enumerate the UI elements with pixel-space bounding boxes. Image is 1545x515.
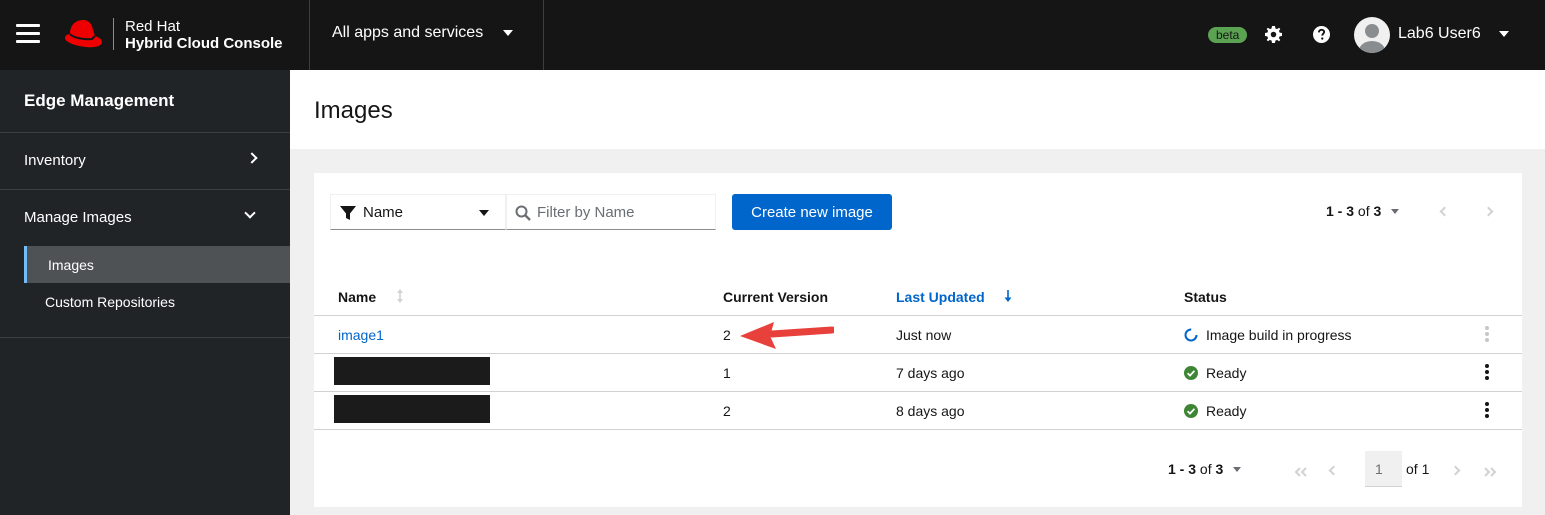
page-header: Images bbox=[290, 70, 1545, 149]
chevron-down-icon bbox=[244, 207, 256, 219]
spinner-icon bbox=[1184, 328, 1198, 342]
caret-down-icon bbox=[1498, 31, 1509, 37]
beta-badge: beta bbox=[1208, 27, 1248, 43]
status-cell: Ready bbox=[1184, 403, 1246, 419]
pagination-of: of bbox=[1199, 461, 1212, 477]
row-divider bbox=[314, 353, 1522, 354]
check-circle-icon bbox=[1184, 366, 1198, 380]
column-header-last-updated[interactable]: Last Updated bbox=[896, 289, 985, 305]
column-header-status[interactable]: Status bbox=[1184, 289, 1227, 305]
filter-attribute-label: Name bbox=[363, 204, 404, 221]
row-divider bbox=[314, 391, 1522, 392]
caret-down-icon bbox=[1233, 466, 1242, 472]
pagination-range: 1 - 3 bbox=[1326, 203, 1355, 219]
next-page-icon[interactable] bbox=[1450, 465, 1461, 476]
search-icon bbox=[515, 205, 531, 221]
avatar[interactable] bbox=[1354, 17, 1390, 53]
hamburger-icon[interactable] bbox=[16, 24, 40, 44]
status-text: Ready bbox=[1206, 403, 1247, 419]
masthead-separator bbox=[309, 0, 310, 70]
brand-line-2: Hybrid Cloud Console bbox=[125, 35, 283, 52]
sidebar-item-label: Inventory bbox=[24, 152, 86, 169]
masthead-separator bbox=[543, 0, 544, 70]
first-page-icon[interactable] bbox=[1294, 467, 1308, 477]
sidebar-subitem-images[interactable]: Images bbox=[24, 246, 290, 283]
caret-down-icon bbox=[1391, 208, 1400, 214]
sidebar-subitem-label: Images bbox=[48, 257, 94, 273]
page-title: Images bbox=[314, 97, 393, 124]
filter-icon bbox=[340, 206, 356, 220]
sidebar-subitem-label: Custom Repositories bbox=[45, 294, 175, 310]
pagination-total: 3 bbox=[1215, 461, 1224, 477]
last-updated-cell: Just now bbox=[896, 327, 952, 343]
user-dropdown[interactable]: Lab6 User6 bbox=[1398, 25, 1509, 43]
kebab-icon[interactable] bbox=[1485, 326, 1489, 342]
caret-down-icon bbox=[503, 30, 514, 36]
status-text: Image build in progress bbox=[1206, 327, 1352, 343]
redacted-image-name bbox=[334, 395, 490, 423]
current-version-cell: 1 bbox=[723, 365, 731, 381]
search-input[interactable] bbox=[537, 201, 707, 223]
current-version-cell: 2 bbox=[723, 403, 731, 419]
current-version-cell: 2 bbox=[723, 327, 731, 343]
sidebar-item-manage-images[interactable]: Manage Images bbox=[0, 190, 290, 246]
pagination-top-toggle[interactable]: 1 - 3 of 3 bbox=[1326, 203, 1400, 219]
gear-icon[interactable] bbox=[1265, 26, 1282, 43]
column-header-name[interactable]: Name bbox=[338, 289, 376, 305]
chevron-right-icon bbox=[246, 152, 258, 164]
pagination-total: 3 bbox=[1373, 203, 1382, 219]
sidebar-title: Edge Management bbox=[24, 91, 175, 110]
status-cell: Image build in progress bbox=[1184, 327, 1352, 343]
search-box[interactable] bbox=[506, 194, 716, 230]
column-header-current-version[interactable]: Current Version bbox=[723, 289, 828, 305]
sidebar-item-label: Manage Images bbox=[24, 209, 132, 226]
sort-down-icon[interactable] bbox=[1003, 288, 1013, 304]
kebab-icon[interactable] bbox=[1485, 364, 1489, 380]
row-divider bbox=[314, 315, 1522, 316]
images-card: Name Create new image 1 - 3 of 3 Name Cu… bbox=[314, 173, 1522, 507]
masthead: Red Hat Hybrid Cloud Console All apps an… bbox=[0, 0, 1545, 70]
logo-divider bbox=[113, 18, 114, 50]
previous-page-icon[interactable] bbox=[1439, 206, 1450, 217]
filter-attribute-select[interactable]: Name bbox=[330, 194, 506, 230]
sidebar-item-inventory[interactable]: Inventory bbox=[0, 133, 290, 189]
current-page-input[interactable]: 1 bbox=[1365, 451, 1402, 487]
sidebar: Edge Management Inventory Manage Images … bbox=[0, 70, 290, 515]
last-page-icon[interactable] bbox=[1483, 467, 1497, 477]
image-name-link[interactable]: image1 bbox=[338, 327, 384, 343]
redacted-image-name bbox=[334, 357, 490, 385]
brand-line-1: Red Hat bbox=[125, 18, 181, 35]
kebab-icon[interactable] bbox=[1485, 402, 1489, 418]
sort-icon[interactable] bbox=[395, 288, 405, 304]
create-new-image-button[interactable]: Create new image bbox=[732, 194, 892, 230]
next-page-icon[interactable] bbox=[1483, 206, 1494, 217]
apps-services-dropdown[interactable]: All apps and services bbox=[332, 24, 514, 42]
check-circle-icon bbox=[1184, 404, 1198, 418]
previous-page-icon[interactable] bbox=[1328, 465, 1339, 476]
pagination-of: of bbox=[1357, 203, 1370, 219]
help-icon[interactable] bbox=[1313, 26, 1330, 43]
avatar-icon bbox=[1359, 24, 1385, 53]
last-updated-cell: 7 days ago bbox=[896, 365, 965, 381]
pagination-bottom-toggle[interactable]: 1 - 3 of 3 bbox=[1168, 461, 1242, 477]
last-updated-cell: 8 days ago bbox=[896, 403, 965, 419]
status-cell: Ready bbox=[1184, 365, 1246, 381]
user-name: Lab6 User6 bbox=[1398, 25, 1481, 42]
status-text: Ready bbox=[1206, 365, 1247, 381]
sidebar-divider bbox=[0, 337, 290, 338]
brand-name[interactable]: Red Hat Hybrid Cloud Console bbox=[125, 18, 283, 52]
apps-services-label: All apps and services bbox=[332, 24, 484, 41]
page-count: of 1 bbox=[1406, 461, 1430, 477]
sidebar-subitem-custom-repositories[interactable]: Custom Repositories bbox=[24, 283, 290, 320]
caret-down-icon bbox=[479, 210, 489, 216]
pagination-range: 1 - 3 bbox=[1168, 461, 1197, 477]
row-divider bbox=[314, 429, 1522, 430]
redhat-logo[interactable] bbox=[62, 16, 104, 52]
annotation-arrow-icon bbox=[740, 322, 834, 349]
